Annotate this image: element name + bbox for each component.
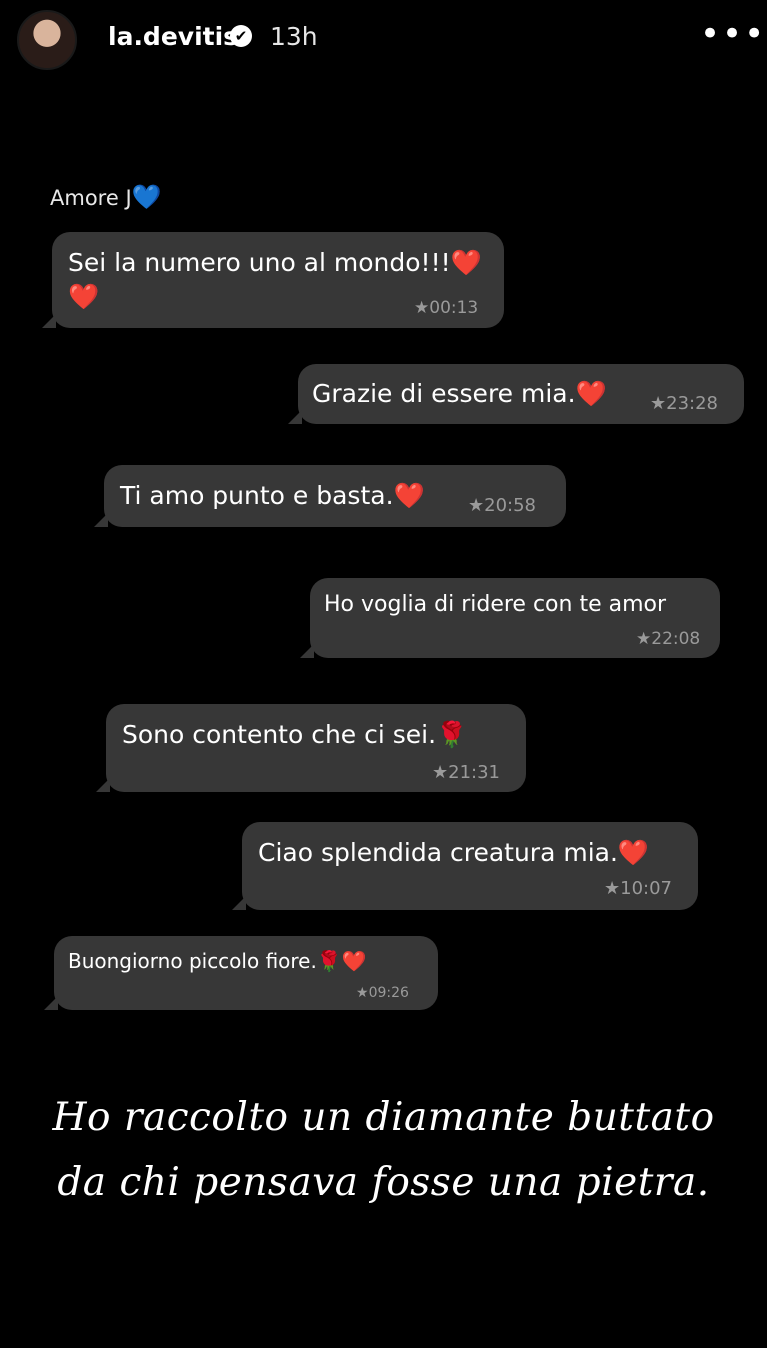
rose-icon: 🌹 (316, 949, 342, 973)
heart-icon: ❤️ (393, 481, 425, 510)
story-header: la.devitis ✔ 13h ••• (0, 0, 767, 80)
message-timestamp: ★20:58 (468, 495, 537, 516)
star-icon: ★ (414, 298, 430, 318)
message-bubble: Ciao splendida creatura mia.❤️ ★10:07 (232, 822, 698, 910)
star-icon: ★ (356, 985, 369, 1001)
star-icon: ★ (432, 762, 449, 783)
message-timestamp: ★21:31 (432, 762, 501, 783)
username[interactable]: la.devitis (108, 22, 238, 51)
rose-icon: 🌹 (436, 720, 468, 749)
message-timestamp: ★23:28 (650, 393, 719, 414)
message-bubble: Grazie di essere mia.❤️ ★23:28 (288, 364, 744, 424)
more-options-icon[interactable]: ••• (700, 14, 766, 54)
star-icon: ★ (468, 495, 485, 516)
message-text: Grazie di essere mia. (312, 379, 576, 408)
message-text: Ti amo punto e basta. (120, 481, 394, 510)
story-caption-line-1: Ho raccolto un diamante buttato (52, 1095, 715, 1140)
heart-icon: ❤️ (575, 379, 607, 408)
heart-icon: ❤️ (68, 282, 100, 311)
post-time: 13h (270, 22, 318, 51)
heart-icon: ❤️ (617, 838, 650, 867)
message-bubble: Sono contento che ci sei.🌹 ★21:31 (96, 704, 526, 792)
message-text: Sei la numero uno al mondo!!! (68, 248, 451, 277)
message-bubble: Ho voglia di ridere con te amor ★22:08 (300, 578, 720, 658)
star-icon: ★ (636, 629, 652, 649)
heart-icon: ❤️ (450, 248, 482, 277)
star-icon: ★ (650, 393, 667, 414)
blue-heart-icon: 💙 (131, 183, 162, 211)
heart-icon: ❤️ (341, 949, 367, 973)
message-text: Ciao splendida creatura mia. (258, 838, 618, 867)
message-bubble: Ti amo punto e basta.❤️ ★20:58 (94, 465, 566, 527)
story-caption-line-2: da chi pensava fosse una pietra. (57, 1160, 710, 1205)
message-bubble: Buongiorno piccolo fiore.🌹❤️ ★09:26 (44, 936, 438, 1010)
message-timestamp: ★00:13 (414, 298, 479, 318)
message-timestamp: ★22:08 (636, 629, 701, 649)
chat-contact-name: Amore J💙 (50, 183, 162, 211)
contact-name-text: Amore J (50, 186, 132, 210)
message-text: Buongiorno piccolo fiore. (68, 949, 317, 973)
star-icon: ★ (604, 878, 621, 899)
message-text: Sono contento che ci sei. (122, 720, 437, 749)
message-timestamp: ★09:26 (356, 985, 409, 1001)
profile-avatar[interactable] (17, 10, 77, 70)
message-timestamp: ★10:07 (604, 878, 673, 899)
message-text: Ho voglia di ridere con te amor (324, 592, 667, 617)
verified-badge-icon: ✔ (230, 25, 252, 47)
message-bubble: Sei la numero uno al mondo!!!❤️ ❤️ ★00:1… (42, 232, 504, 328)
